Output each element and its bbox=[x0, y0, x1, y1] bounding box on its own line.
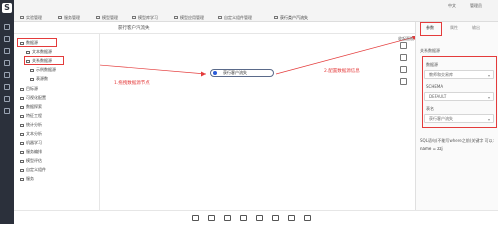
copy-icon[interactable] bbox=[224, 215, 231, 221]
tree-item-data-explore[interactable]: 数据探索 bbox=[20, 103, 42, 110]
tree-item-feature-eng[interactable]: 特征工程 bbox=[20, 112, 42, 119]
folder-icon bbox=[20, 150, 24, 154]
section-title: 关系数据源 bbox=[420, 48, 440, 53]
left-nav-rail: S bbox=[0, 0, 14, 224]
highlight-config-box bbox=[422, 56, 497, 128]
tab-icon bbox=[274, 16, 278, 19]
tree-item-text-source[interactable]: 文本数据源 bbox=[26, 48, 52, 55]
tab-icon bbox=[218, 16, 222, 19]
tab-icon bbox=[20, 16, 24, 19]
folder-icon bbox=[20, 141, 24, 145]
folder-icon[interactable] bbox=[4, 24, 10, 30]
zoom-out-icon[interactable] bbox=[400, 54, 407, 61]
annotation-config: 2.配置数据源信息 bbox=[324, 69, 360, 74]
tab-experiment[interactable]: 实验管理 bbox=[20, 14, 42, 21]
folder-icon bbox=[20, 132, 24, 136]
file-icon bbox=[26, 50, 30, 54]
switch-icon[interactable] bbox=[288, 215, 295, 221]
tree-item-stats[interactable]: 统计分析 bbox=[20, 121, 42, 128]
export-icon[interactable] bbox=[272, 215, 279, 221]
tree-item-sample-source[interactable]: 示例数据源 bbox=[30, 66, 56, 73]
file-icon bbox=[30, 77, 34, 81]
tab-active-experiment[interactable]: 获行类户汽流失 bbox=[274, 14, 308, 21]
app-logo: S bbox=[2, 3, 12, 13]
highlight-datasource bbox=[17, 38, 57, 47]
folder-icon bbox=[20, 123, 24, 127]
tab-icon bbox=[132, 16, 136, 19]
zoom-in-icon[interactable] bbox=[400, 42, 407, 49]
chart-icon[interactable] bbox=[4, 60, 10, 66]
sql-hint: SQL语句(不能写where之前)关键字 可以: bbox=[420, 138, 494, 143]
log-icon[interactable] bbox=[4, 96, 10, 102]
arrow-drag-line bbox=[100, 64, 207, 75]
tab-icon bbox=[174, 16, 178, 19]
sql-editor[interactable]: name = zzj bbox=[420, 146, 443, 151]
user-menu[interactable]: 管理员 bbox=[470, 3, 482, 9]
tab-output[interactable]: 输出 bbox=[472, 25, 480, 31]
tree-item-text-analysis[interactable]: 文本分析 bbox=[20, 130, 42, 137]
breadcrumb: 获行客户汽流失 bbox=[118, 26, 150, 31]
tree-item-visual-config[interactable]: 可视化配置 bbox=[20, 94, 46, 101]
tab-custom-component[interactable]: 自定义组件管理 bbox=[218, 14, 252, 21]
node-status-icon bbox=[213, 71, 217, 75]
step-icon[interactable] bbox=[256, 215, 263, 221]
workflow-canvas[interactable]: 获行客户流失 1.拖拽数据源节点 2.配置数据源信息 收起面板 bbox=[100, 34, 418, 210]
folder-icon bbox=[20, 168, 24, 172]
tree-item-ml[interactable]: 机器学习 bbox=[20, 139, 42, 146]
folder-icon bbox=[20, 87, 24, 91]
top-tab-bar: 实验管理 服务管理 模型管理 模型库学习 模型应用管理 自定义组件管理 获行类户… bbox=[14, 0, 498, 22]
settings-icon[interactable] bbox=[4, 72, 10, 78]
arrow-drag-head bbox=[201, 71, 206, 77]
tab-icon bbox=[58, 16, 62, 19]
annotation-drag: 1.拖拽数据源节点 bbox=[114, 81, 150, 86]
list-icon[interactable] bbox=[192, 215, 199, 221]
tab-model-study[interactable]: 模型库学习 bbox=[132, 14, 158, 21]
annotation-arrows bbox=[100, 35, 418, 77]
tree-item-target[interactable]: 目标源 bbox=[20, 85, 38, 92]
property-panel: 参数 属性 输出 关系数据源 数据源 教师和交易库 ▾ SCHEMA DEFAUL… bbox=[415, 22, 498, 210]
component-tree: 数据源 文本数据源 关系数据源 示例数据源 表源数 目标源 可视化配置 数据探索… bbox=[14, 34, 100, 210]
tab-model[interactable]: 模型管理 bbox=[96, 14, 118, 21]
highlight-relational bbox=[24, 56, 64, 65]
file-icon bbox=[30, 68, 34, 72]
tab-icon bbox=[96, 16, 100, 19]
user-icon[interactable] bbox=[4, 84, 10, 90]
tree-item-orchestration[interactable]: 服务编排 bbox=[20, 148, 42, 155]
fit-view-icon[interactable] bbox=[400, 66, 407, 73]
workflow-node[interactable]: 获行客户流失 bbox=[210, 69, 274, 77]
tree-item-model-eval[interactable]: 模型评估 bbox=[20, 157, 42, 164]
image-icon[interactable] bbox=[400, 78, 407, 85]
folder-icon bbox=[20, 114, 24, 118]
folder-icon bbox=[20, 96, 24, 100]
folder-icon bbox=[20, 105, 24, 109]
model-icon[interactable] bbox=[4, 48, 10, 54]
tab-properties[interactable]: 属性 bbox=[450, 25, 458, 31]
tree-item-custom[interactable]: 自定义组件 bbox=[20, 166, 46, 173]
highlight-params-tab bbox=[420, 22, 442, 36]
tree-item-table-source[interactable]: 表源数 bbox=[30, 75, 48, 82]
database-icon[interactable] bbox=[4, 36, 10, 42]
sync-icon[interactable] bbox=[304, 215, 311, 221]
tab-model-app[interactable]: 模型应用管理 bbox=[174, 14, 204, 21]
help-icon[interactable] bbox=[4, 108, 10, 114]
save-icon[interactable] bbox=[208, 215, 215, 221]
language-switch[interactable]: 中文 bbox=[448, 3, 456, 9]
folder-icon bbox=[20, 159, 24, 163]
folder-icon bbox=[20, 177, 24, 181]
tree-item-service[interactable]: 服务 bbox=[20, 175, 34, 182]
bottom-toolbar bbox=[14, 210, 498, 224]
run-icon[interactable] bbox=[240, 215, 247, 221]
tab-service[interactable]: 服务管理 bbox=[58, 14, 80, 21]
